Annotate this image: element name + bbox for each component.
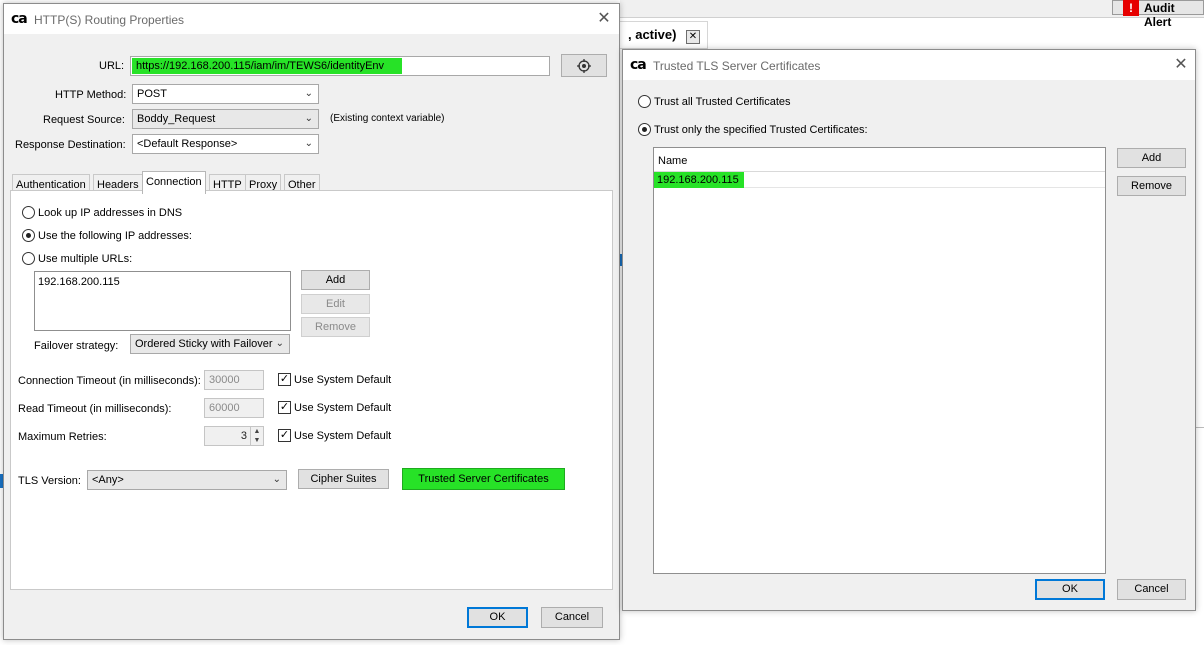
audit-alert-button[interactable]: ! Audit Alert <box>1112 0 1204 29</box>
failover-label: Failover strategy: <box>34 340 119 352</box>
background-divider <box>1196 427 1204 435</box>
tls-version-value: <Any> <box>92 474 124 486</box>
failover-value: Ordered Sticky with Failover <box>135 338 273 350</box>
audit-alert-label: Audit Alert <box>1144 1 1175 29</box>
http-method-label: HTTP Method: <box>55 89 127 101</box>
http-method-value: POST <box>137 88 167 100</box>
list-item[interactable]: 192.168.200.115 <box>38 275 120 289</box>
trusted-server-certificates-button[interactable]: Trusted Server Certificates <box>402 468 565 490</box>
routing-properties-dialog: ca HTTP(S) Routing Properties ✕ URL: htt… <box>3 3 620 640</box>
url-value: https://192.168.200.115/iam/im/TEWS6/ide… <box>132 58 402 74</box>
tab-connection[interactable]: Connection <box>142 171 206 194</box>
column-name-header[interactable]: Name <box>658 154 687 168</box>
tls-dialog-title: Trusted TLS Server Certificates <box>653 59 821 73</box>
remove-certificate-button[interactable]: Remove <box>1117 176 1186 196</box>
request-source-note: (Existing context variable) <box>330 113 445 124</box>
chevron-down-icon: ⌄ <box>275 338 284 349</box>
chevron-down-icon: ⌄ <box>304 88 313 99</box>
connection-timeout-default-checkbox[interactable]: ✓ <box>278 373 291 386</box>
trust-all-radio[interactable] <box>638 95 651 108</box>
add-ip-button[interactable]: Add <box>301 270 370 290</box>
close-icon[interactable]: ✕ <box>686 30 700 44</box>
spinner-arrows-icon[interactable]: ▲ ▼ <box>250 427 263 445</box>
close-icon[interactable]: ✕ <box>1171 55 1191 75</box>
request-source-value: Boddy_Request <box>137 113 216 125</box>
trust-specified-label: Trust only the specified Trusted Certifi… <box>654 124 868 136</box>
add-certificate-button[interactable]: Add <box>1117 148 1186 168</box>
max-retries-label: Maximum Retries: <box>18 431 107 443</box>
routing-dialog-titlebar: ca HTTP(S) Routing Properties ✕ <box>4 4 619 34</box>
tls-version-label: TLS Version: <box>18 475 81 487</box>
ok-button[interactable]: OK <box>467 607 528 628</box>
use-ips-label: Use the following IP addresses: <box>38 230 192 242</box>
edit-ip-button[interactable]: Edit <box>301 294 370 314</box>
certificate-name: 192.168.200.115 <box>654 172 744 188</box>
response-destination-label: Response Destination: <box>15 139 126 151</box>
cancel-button[interactable]: Cancel <box>541 607 603 628</box>
read-timeout-label: Read Timeout (in milliseconds): <box>18 403 172 415</box>
chevron-down-icon: ⌄ <box>304 113 313 124</box>
lookup-dns-radio[interactable] <box>22 206 35 219</box>
max-retries-value: 3 <box>240 430 247 442</box>
lookup-dns-label: Look up IP addresses in DNS <box>38 207 183 219</box>
failover-select[interactable]: Ordered Sticky with Failover ⌄ <box>130 334 290 354</box>
table-row[interactable]: 192.168.200.115 <box>654 172 1105 188</box>
cancel-button[interactable]: Cancel <box>1117 579 1186 600</box>
cipher-suites-button[interactable]: Cipher Suites <box>298 469 389 489</box>
background-tab[interactable]: , active) ✕ <box>620 21 708 49</box>
read-timeout-input[interactable]: 60000 <box>204 398 264 418</box>
response-destination-value: <Default Response> <box>137 138 238 150</box>
connection-timeout-label: Connection Timeout (in milliseconds): <box>18 375 201 387</box>
request-source-label: Request Source: <box>43 114 125 126</box>
trust-specified-radio[interactable] <box>638 123 651 136</box>
use-ips-radio[interactable] <box>22 229 35 242</box>
chevron-down-icon: ⌄ <box>304 138 313 149</box>
use-system-default-label: Use System Default <box>294 402 392 414</box>
use-system-default-label: Use System Default <box>294 430 392 442</box>
use-urls-label: Use multiple URLs: <box>38 253 133 265</box>
ca-logo: ca <box>630 57 647 73</box>
background-tab-label: , active) <box>628 27 677 42</box>
connection-timeout-input[interactable]: 30000 <box>204 370 264 390</box>
read-timeout-default-checkbox[interactable]: ✓ <box>278 401 291 414</box>
certificates-table[interactable]: Name 192.168.200.115 <box>653 147 1106 574</box>
routing-dialog-title: HTTP(S) Routing Properties <box>34 13 185 27</box>
url-input[interactable]: https://192.168.200.115/iam/im/TEWS6/ide… <box>130 56 550 76</box>
response-destination-select[interactable]: <Default Response> ⌄ <box>132 134 319 154</box>
connection-panel: Look up IP addresses in DNS Use the foll… <box>10 190 613 590</box>
request-source-select[interactable]: Boddy_Request ⌄ <box>132 109 319 129</box>
use-urls-radio[interactable] <box>22 252 35 265</box>
ca-logo: ca <box>11 11 28 27</box>
url-settings-button[interactable] <box>561 54 607 77</box>
remove-ip-button[interactable]: Remove <box>301 317 370 337</box>
http-method-select[interactable]: POST ⌄ <box>132 84 319 104</box>
close-icon[interactable]: ✕ <box>594 9 614 29</box>
ip-address-list[interactable]: 192.168.200.115 <box>34 271 291 331</box>
tls-dialog-titlebar: ca Trusted TLS Server Certificates ✕ <box>623 50 1195 80</box>
tls-version-select[interactable]: <Any> ⌄ <box>87 470 287 490</box>
max-retries-stepper[interactable]: 3 ▲ ▼ <box>204 426 264 446</box>
settings-icon <box>577 59 591 73</box>
ok-button[interactable]: OK <box>1035 579 1105 600</box>
use-system-default-label: Use System Default <box>294 374 392 386</box>
trust-all-label: Trust all Trusted Certificates <box>654 96 791 108</box>
table-header: Name <box>654 148 1105 172</box>
trusted-tls-certificates-dialog: ca Trusted TLS Server Certificates ✕ Tru… <box>622 49 1196 611</box>
url-label: URL: <box>99 60 125 72</box>
alert-icon: ! <box>1123 0 1139 16</box>
chevron-down-icon: ⌄ <box>272 474 281 485</box>
max-retries-default-checkbox[interactable]: ✓ <box>278 429 291 442</box>
